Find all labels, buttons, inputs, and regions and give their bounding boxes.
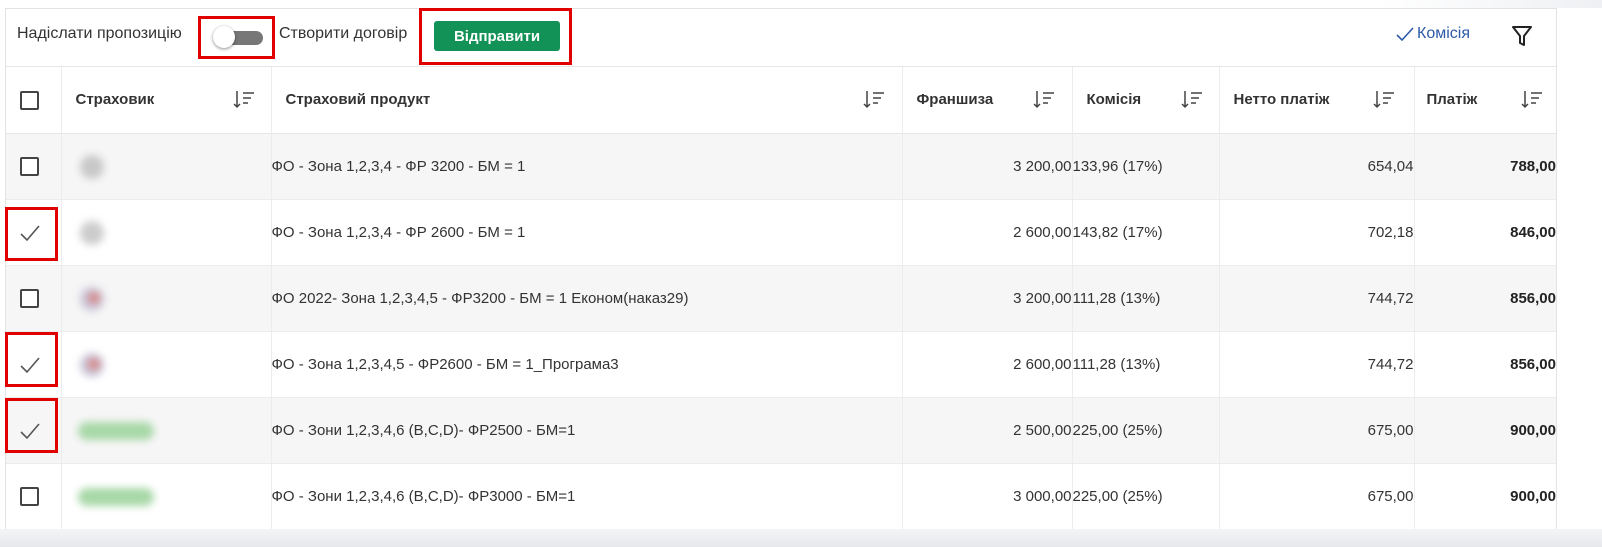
row-select-cell: [6, 331, 62, 398]
product-header-label: Страховий продукт: [285, 91, 431, 108]
row-select-cell: [6, 265, 62, 332]
net-payment-header-label: Нетто платіж: [1233, 91, 1330, 108]
row-checkbox[interactable]: [20, 487, 39, 506]
deductible-cell: 3 200,00: [902, 133, 1073, 200]
commission-header: Комісія: [1072, 67, 1220, 134]
deductible-header-label: Франшиза: [916, 91, 994, 108]
sort-icon[interactable]: [1180, 89, 1203, 109]
deductible-cell: 3 200,00: [902, 265, 1073, 332]
deductible-cell: 3 000,00: [902, 463, 1073, 529]
payment-cell: 900,00: [1510, 488, 1556, 505]
payment-header: Платіж: [1414, 67, 1556, 134]
insurer-cell: [61, 397, 272, 464]
check-icon: [1396, 27, 1414, 42]
payment-cell: 856,00: [1510, 356, 1556, 373]
net-payment-cell: 675,00: [1219, 463, 1415, 529]
deductible-cell: 2 500,00: [902, 397, 1073, 464]
product-header: Страховий продукт: [271, 67, 903, 134]
commission-cell: 143,82 (17%): [1072, 199, 1220, 266]
bottom-edge: [0, 529, 1602, 547]
payment-cell: 856,00: [1510, 290, 1556, 307]
insurer-logo: [79, 352, 104, 377]
sort-icon[interactable]: [1520, 89, 1543, 109]
table-row[interactable]: ФО - Зони 1,2,3,4,6 (B,C,D)- ФР3000 - БМ…: [6, 463, 1556, 529]
insurer-cell: [61, 265, 272, 332]
commission-header-label: Комісія: [1086, 91, 1142, 108]
product-cell: ФО - Зони 1,2,3,4,6 (B,C,D)- ФР2500 - БМ…: [271, 397, 903, 464]
insurer-header: Страховик: [61, 67, 272, 134]
top-edge-fade: [1380, 0, 1602, 8]
product-cell: ФО - Зона 1,2,3,4,5 - ФР2600 - БМ = 1_Пр…: [271, 331, 903, 398]
table-row[interactable]: ФО - Зона 1,2,3,4,5 - ФР2600 - БМ = 1_Пр…: [6, 331, 1556, 398]
net-payment-cell: 654,04: [1219, 133, 1415, 200]
table-row[interactable]: ФО - Зона 1,2,3,4 - ФР 3200 - БМ = 1 3 2…: [6, 133, 1556, 200]
table-row[interactable]: ФО - Зони 1,2,3,4,6 (B,C,D)- ФР2500 - БМ…: [6, 397, 1556, 464]
row-select-cell: [6, 133, 62, 200]
page: Надіслати пропозицію Створити договір Ві…: [0, 0, 1602, 547]
send-offer-label: Надіслати пропозицію: [17, 25, 182, 42]
commission-cell: 225,00 (25%): [1072, 397, 1220, 464]
offers-table: Страховик Страховий продукт Франшиза Ком…: [6, 67, 1556, 529]
check-icon[interactable]: [18, 221, 42, 245]
net-payment-cell: 702,18: [1219, 199, 1415, 266]
net-payment-cell: 744,72: [1219, 265, 1415, 332]
net-payment-header: Нетто платіж: [1219, 67, 1415, 134]
payment-cell: 788,00: [1510, 158, 1556, 175]
commission-cell: 225,00 (25%): [1072, 463, 1220, 529]
check-icon[interactable]: [18, 353, 42, 377]
select-all-checkbox[interactable]: [20, 90, 39, 110]
check-icon[interactable]: [18, 419, 42, 443]
commission-toggle-label: Комісія: [1417, 25, 1470, 42]
insurer-logo: [77, 487, 154, 506]
deductible-cell: 2 600,00: [902, 199, 1073, 266]
sort-icon[interactable]: [1372, 89, 1395, 109]
commission-cell: 111,28 (13%): [1072, 265, 1220, 332]
insurer-header-label: Страховик: [75, 91, 155, 108]
payment-cell: 900,00: [1510, 422, 1556, 439]
net-payment-cell: 744,72: [1219, 331, 1415, 398]
insurer-cell: [61, 199, 272, 266]
row-select-cell: [6, 397, 62, 464]
commission-cell: 111,28 (13%): [1072, 331, 1220, 398]
insurer-logo: [79, 286, 104, 311]
deductible-cell: 2 600,00: [902, 331, 1073, 398]
sort-icon[interactable]: [232, 89, 255, 109]
insurer-logo: [77, 421, 154, 440]
payment-cell: 846,00: [1510, 224, 1556, 241]
insurer-cell: [61, 331, 272, 398]
row-checkbox[interactable]: [20, 289, 39, 308]
sort-icon[interactable]: [862, 89, 885, 109]
create-contract-label: Створити договір: [279, 25, 408, 42]
table-row[interactable]: ФО - Зона 1,2,3,4 - ФР 2600 - БМ = 1 2 6…: [6, 199, 1556, 266]
send-button[interactable]: Відправити: [434, 21, 560, 51]
sort-icon[interactable]: [1032, 89, 1055, 109]
net-payment-cell: 675,00: [1219, 397, 1415, 464]
select-all-header: [6, 67, 62, 134]
product-cell: ФО - Зона 1,2,3,4 - ФР 3200 - БМ = 1: [271, 133, 903, 200]
send-offer-toggle[interactable]: [213, 26, 263, 48]
row-select-cell: [6, 463, 62, 529]
table-header-row: Страховик Страховий продукт Франшиза Ком…: [6, 67, 1556, 134]
insurer-cell: [61, 463, 272, 529]
deductible-header: Франшиза: [902, 67, 1073, 134]
product-cell: ФО 2022- Зона 1,2,3,4,5 - ФР3200 - БМ = …: [271, 265, 903, 332]
table-row[interactable]: ФО 2022- Зона 1,2,3,4,5 - ФР3200 - БМ = …: [6, 265, 1556, 332]
product-cell: ФО - Зони 1,2,3,4,6 (B,C,D)- ФР3000 - БМ…: [271, 463, 903, 529]
toolbar: Надіслати пропозицію Створити договір Ві…: [6, 9, 1556, 67]
product-cell: ФО - Зона 1,2,3,4 - ФР 2600 - БМ = 1: [271, 199, 903, 266]
payment-header-label: Платіж: [1426, 91, 1478, 108]
row-select-cell: [6, 199, 62, 266]
offers-panel: Надіслати пропозицію Створити договір Ві…: [5, 8, 1557, 530]
toggle-thumb: [213, 26, 235, 48]
commission-cell: 133,96 (17%): [1072, 133, 1220, 200]
insurer-logo: [79, 154, 104, 179]
insurer-logo: [79, 220, 104, 245]
insurer-cell: [61, 133, 272, 200]
filter-icon[interactable]: [1511, 24, 1533, 48]
row-checkbox[interactable]: [20, 157, 39, 176]
